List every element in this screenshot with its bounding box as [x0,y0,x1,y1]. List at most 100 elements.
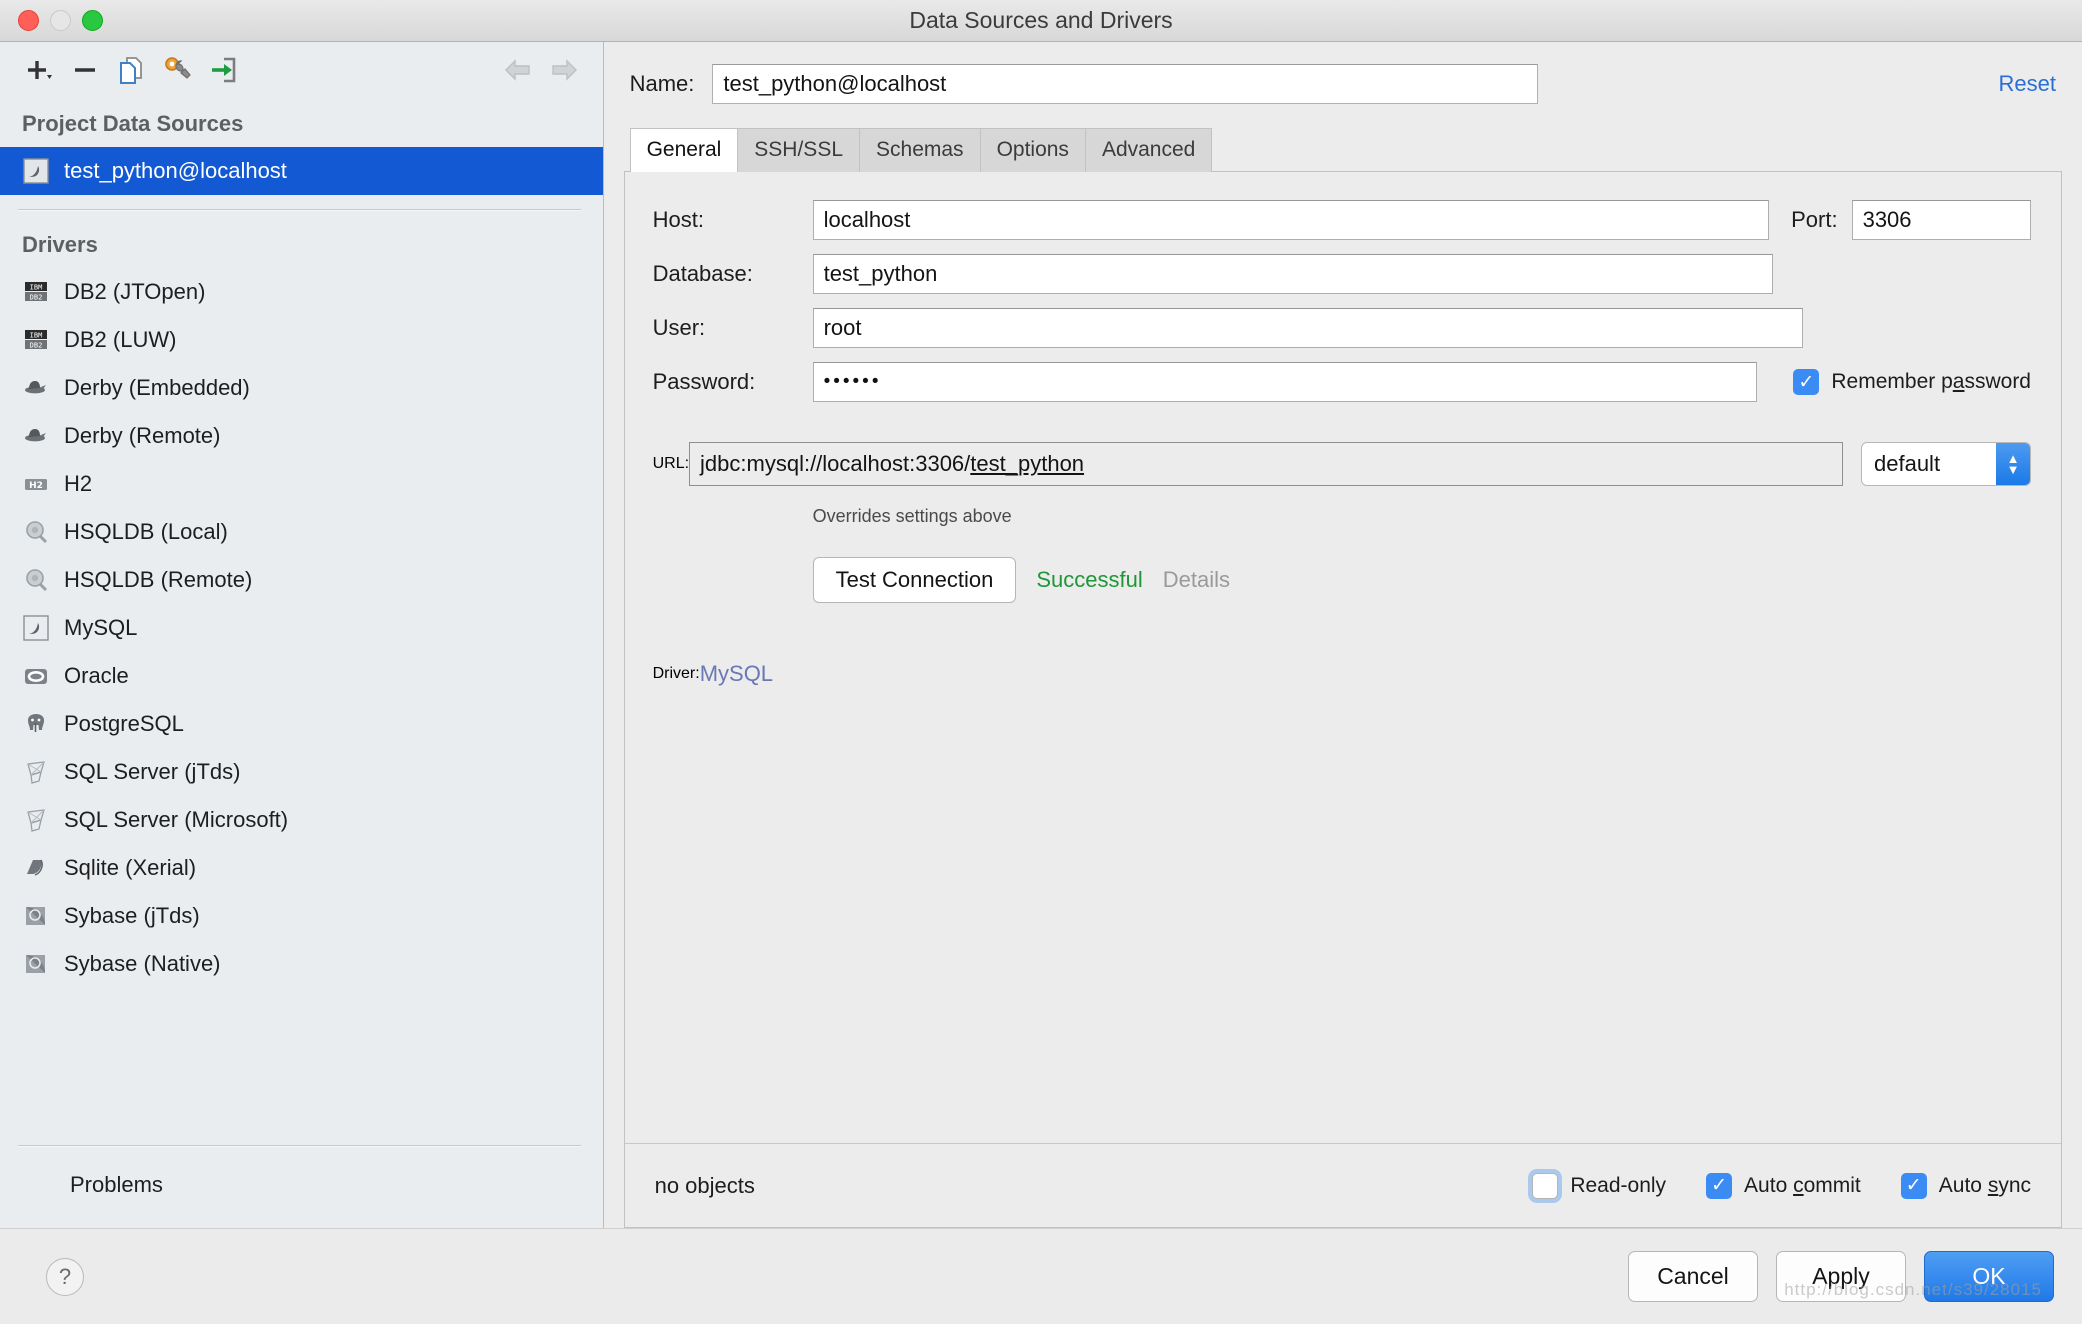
driver-item-h2[interactable]: H2 H2 [0,460,603,508]
driver-item-derby-remote[interactable]: Derby (Remote) [0,412,603,460]
read-only-checkbox[interactable]: ✓ Read-only [1532,1172,1667,1199]
user-row: User: root [653,308,2031,348]
auto-sync-label: Auto sync [1938,1173,2031,1197]
driver-item-sybase-native[interactable]: Sybase (Native) [0,940,603,988]
database-input[interactable]: test_python [812,254,1773,294]
url-mode-combobox[interactable]: default ▲ ▼ [1861,442,2031,486]
svg-text:H2: H2 [29,481,43,491]
host-label: Host: [652,207,704,232]
sybase-icon [22,902,50,930]
url-value-database: test_python [970,451,1085,476]
svg-text:IBM: IBM [30,284,43,292]
password-input[interactable]: •••••• [812,362,1758,402]
connection-form: Host: localhost Port: 3306 Database: tes… [625,172,2061,687]
driver-label: DB2 (JTOpen) [64,279,206,304]
driver-label: Derby (Remote) [64,423,221,448]
dialog-action-buttons: Cancel Apply OK [1628,1251,2054,1302]
driver-item-db2-jtopen[interactable]: IBM DB2 DB2 (JTOpen) [0,268,603,316]
driver-item-hsqldb-remote[interactable]: HSQLDB (Remote) [0,556,603,604]
postgresql-elephant-icon [22,710,50,738]
drivers-section: Drivers IBM DB2 DB2 (JTOpen) IBM DB2 DB2… [0,210,603,988]
user-label: User: [652,315,706,340]
url-row: URL: jdbc:mysql://localhost:3306/test_py… [653,442,2031,486]
database-row: Database: test_python [653,254,2031,294]
driver-link[interactable]: MySQL [700,661,773,687]
navigate-back-button[interactable] [495,49,541,91]
problems-label[interactable]: Problems [0,1146,603,1228]
driver-item-postgresql[interactable]: PostgreSQL [0,700,603,748]
driver-item-sqlite-xerial[interactable]: Sqlite (Xerial) [0,844,603,892]
host-row: Host: localhost Port: 3306 [653,200,2031,240]
driver-row: Driver: MySQL [653,661,2031,687]
name-label: Name: [629,71,695,96]
apply-button[interactable]: Apply [1776,1251,1906,1302]
user-input[interactable]: root [812,308,1803,348]
sqlserver-icon [22,758,50,786]
hsqldb-icon [22,518,50,546]
driver-item-derby-embedded[interactable]: Derby (Embedded) [0,364,603,412]
panel-footer: no objects ✓ Read-only ✓ Auto commit ✓ [624,1143,2061,1227]
add-data-source-button[interactable] [16,49,62,91]
h2-icon: H2 [22,470,50,498]
db2-icon: IBM DB2 [22,326,50,354]
title-bar: Data Sources and Drivers [0,0,2082,42]
driver-item-mysql[interactable]: MySQL [0,604,603,652]
driver-label: Sybase (jTds) [64,903,200,928]
remove-data-source-button[interactable] [62,49,108,91]
navigate-forward-button[interactable] [541,49,587,91]
panel-spacer [625,687,2061,1143]
tab-options[interactable]: Options [980,128,1086,172]
tab-advanced[interactable]: Advanced [1085,128,1213,172]
test-connection-button[interactable]: Test Connection [812,557,1017,603]
auto-sync-checkbox[interactable]: ✓ Auto sync [1900,1172,2031,1199]
url-mode-value: default [1874,451,1941,476]
driver-label: Sybase (Native) [64,951,221,976]
driver-label: Oracle [64,663,129,688]
tab-schemas[interactable]: Schemas [860,128,981,172]
data-sources-dialog: Data Sources and Drivers Project Data So… [0,0,2082,1324]
copy-data-source-button[interactable] [108,49,154,91]
detail-tabs: General SSH/SSL Schemas Options Advanced [629,128,2082,172]
reset-link[interactable]: Reset [1999,71,2056,97]
host-input[interactable]: localhost [812,200,1770,240]
driver-item-oracle[interactable]: Oracle [0,652,603,700]
connection-details-link[interactable]: Details [1163,567,1230,593]
driver-label: SQL Server (jTds) [64,759,241,784]
data-source-item-test-python[interactable]: test_python@localhost [0,147,603,195]
stepper-arrows-icon[interactable]: ▲ ▼ [1996,443,2030,485]
svg-text:DB2: DB2 [30,342,43,350]
driver-label: H2 [64,471,93,496]
tab-general[interactable]: General [629,128,739,172]
tab-ssh-ssl[interactable]: SSH/SSL [738,128,861,172]
test-connection-row: Test Connection Successful Details [812,557,2031,603]
remember-password-checkbox[interactable]: ✓ Remember password [1793,369,2031,395]
driver-item-sybase-jtds[interactable]: Sybase (jTds) [0,892,603,940]
port-input[interactable]: 3306 [1851,200,2031,240]
derby-hat-icon [22,422,50,450]
import-data-source-button[interactable] [200,49,246,91]
database-label: Database: [652,261,753,286]
driver-settings-wrench-icon[interactable] [154,49,200,91]
driver-item-hsqldb-local[interactable]: HSQLDB (Local) [0,508,603,556]
name-input[interactable]: test_python@localhost [712,64,1539,104]
read-only-label: Read-only [1570,1173,1667,1197]
driver-label: SQL Server (Microsoft) [64,807,289,832]
ok-button[interactable]: OK [1924,1251,2054,1302]
general-tab-panel: Host: localhost Port: 3306 Database: tes… [623,171,2062,1228]
help-button[interactable]: ? [46,1257,84,1296]
url-input[interactable]: jdbc:mysql://localhost:3306/test_python [689,442,1843,486]
auto-commit-label: Auto commit [1744,1173,1861,1197]
auto-commit-checkbox[interactable]: ✓ Auto commit [1706,1172,1861,1199]
hsqldb-icon [22,566,50,594]
driver-label: PostgreSQL [64,711,184,736]
left-panel: Project Data Sources test_python@localho… [0,42,604,1228]
url-override-hint: Overrides settings above [812,506,1012,526]
sidebar-footer: Problems [0,1131,603,1228]
driver-item-sqlserver-jtds[interactable]: SQL Server (jTds) [0,748,603,796]
sidebar-nav-buttons [495,49,587,91]
data-sources-list: test_python@localhost [0,147,603,195]
detail-panel: Name: test_python@localhost Reset Genera… [603,42,2082,1228]
driver-item-sqlserver-microsoft[interactable]: SQL Server (Microsoft) [0,796,603,844]
cancel-button[interactable]: Cancel [1628,1251,1758,1302]
driver-item-db2-luw[interactable]: IBM DB2 DB2 (LUW) [0,316,603,364]
